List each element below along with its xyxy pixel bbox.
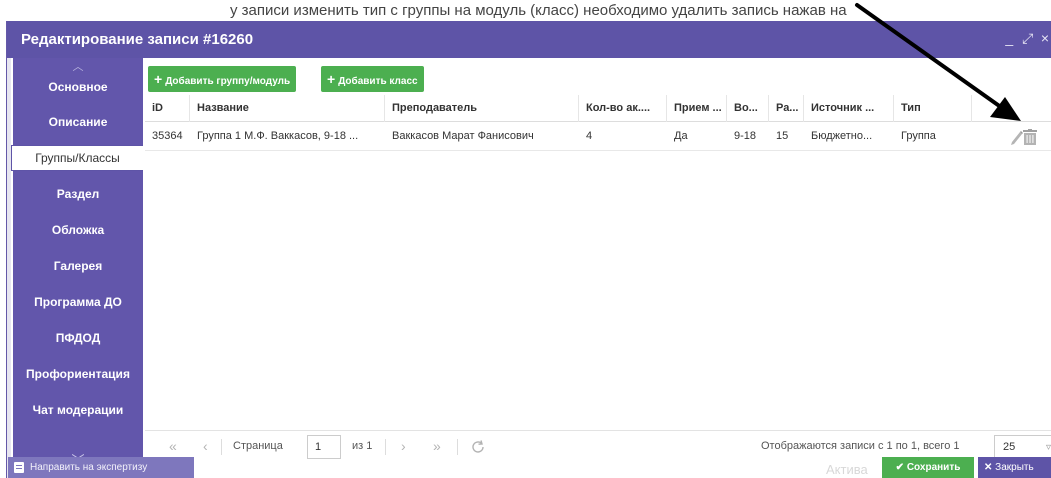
sidebar-item-pfdod[interactable]: ПФДОД	[13, 320, 143, 356]
cell-name: Группа 1 М.Ф. Ваккасов, 9-18 ...	[197, 130, 359, 142]
plus-icon: +	[327, 71, 336, 87]
pager-separator	[221, 439, 222, 455]
send-to-expertise-label: Направить на экспертизу	[30, 462, 148, 473]
next-page-icon[interactable]: ›	[401, 438, 406, 454]
table-row[interactable]: 35364 Группа 1 М.Ф. Ваккасов, 9-18 ... В…	[145, 123, 1051, 151]
cell-type: Группа	[901, 130, 936, 142]
add-group-button[interactable]: + Добавить группу/модуль	[148, 66, 297, 92]
chevron-up-icon[interactable]: ︿	[13, 58, 143, 76]
column-header-age[interactable]: Во...	[727, 95, 769, 122]
edit-record-window: Редактирование записи #16260 _ ⤢ × ︿ Осн…	[6, 21, 1051, 478]
sidebar-item-groups-classes[interactable]: Группы/Классы	[11, 145, 143, 171]
add-class-label: Добавить класс	[338, 76, 418, 87]
save-label: Сохранить	[906, 462, 961, 473]
window-titlebar[interactable]: Редактирование записи #16260 _ ⤢ ×	[7, 21, 1051, 58]
pager-separator	[457, 439, 458, 455]
sidebar-item-oblozhka[interactable]: Обложка	[13, 212, 143, 248]
column-header-name[interactable]: Название	[190, 95, 385, 122]
page-size-value: 25	[1003, 441, 1016, 453]
column-header-id[interactable]: iD	[145, 95, 190, 122]
cell-teacher: Ваккасов Марат Фанисович	[392, 130, 534, 142]
page-count-label: из 1	[352, 440, 373, 452]
sidebar-item-osnovnoe[interactable]: Основное	[13, 76, 143, 104]
background-instruction-strip: у записи изменить тип с группы на модуль…	[0, 0, 1051, 21]
refresh-icon[interactable]	[470, 439, 486, 455]
close-button[interactable]: ✕ Закрыть	[978, 457, 1051, 478]
add-class-button[interactable]: + Добавить класс	[321, 66, 424, 92]
close-x-icon: ✕	[984, 462, 993, 473]
page-number-input[interactable]: 1	[307, 435, 341, 459]
document-icon	[14, 462, 24, 473]
cell-id: 35364	[152, 130, 183, 142]
prev-page-icon[interactable]: ‹	[203, 438, 208, 454]
pager-summary: Отображаются записи с 1 по 1, всего 1	[761, 440, 960, 452]
sidebar-item-galereya[interactable]: Галерея	[13, 248, 143, 284]
table-header: iD Название Преподаватель Кол-во ак.... …	[145, 95, 1051, 122]
window-left-edge	[7, 58, 11, 478]
last-page-icon[interactable]: »	[433, 438, 441, 454]
column-header-teacher[interactable]: Преподаватель	[385, 95, 579, 122]
add-group-label: Добавить группу/модуль	[165, 76, 291, 87]
cell-admission: Да	[674, 130, 688, 142]
column-header-ra[interactable]: Ра...	[769, 95, 804, 122]
cell-hours: 4	[586, 130, 593, 142]
check-icon: ✔	[895, 462, 905, 473]
column-header-type[interactable]: Тип	[894, 95, 972, 122]
delete-icon[interactable]	[1023, 129, 1037, 145]
maximize-icon[interactable]: ⤢	[1022, 30, 1034, 47]
row-actions	[1009, 128, 1039, 146]
plus-icon: +	[154, 71, 163, 87]
window-controls: _ ⤢ ×	[1004, 30, 1051, 47]
cell-age: 9-18	[734, 130, 757, 142]
dropdown-arrow-icon: ▿	[1045, 442, 1051, 453]
sidebar-item-programma-do[interactable]: Программа ДО	[13, 284, 143, 320]
column-header-admission[interactable]: Прием ...	[667, 95, 727, 122]
cell-source: Бюджетно...	[811, 130, 873, 142]
first-page-icon[interactable]: «	[169, 438, 177, 454]
close-label: Закрыть	[995, 462, 1034, 473]
pager-separator	[385, 439, 386, 455]
window-title: Редактирование записи #16260	[21, 31, 254, 48]
edit-icon[interactable]	[1009, 129, 1023, 145]
activation-watermark-text: Актива	[826, 462, 868, 477]
minimize-icon[interactable]: _	[1004, 30, 1016, 46]
column-header-source[interactable]: Источник ...	[804, 95, 894, 122]
sidebar: ︿ Основное Описание Группы/Классы Раздел…	[11, 58, 143, 475]
cell-ra: 15	[776, 130, 789, 142]
sidebar-item-opisanie[interactable]: Описание	[13, 104, 143, 140]
send-to-expertise-button[interactable]: Направить на экспертизу	[8, 457, 194, 478]
background-instruction-text: у записи изменить тип с группы на модуль…	[230, 2, 847, 19]
groups-panel: + Добавить группу/модуль + Добавить класс …	[145, 58, 1051, 438]
page-label: Страница	[233, 440, 283, 452]
sidebar-item-chat-moderacii[interactable]: Чат модерации	[13, 392, 143, 428]
window-footer: Направить на экспертизу Актива ✔ Сохрани…	[7, 457, 1051, 478]
column-header-hours[interactable]: Кол-во ак....	[579, 95, 667, 122]
close-icon[interactable]: ×	[1040, 30, 1051, 46]
sidebar-item-proforientaciya[interactable]: Профориентация	[13, 356, 143, 392]
sidebar-item-razdel[interactable]: Раздел	[13, 176, 143, 212]
save-button[interactable]: ✔ Сохранить	[882, 457, 974, 478]
